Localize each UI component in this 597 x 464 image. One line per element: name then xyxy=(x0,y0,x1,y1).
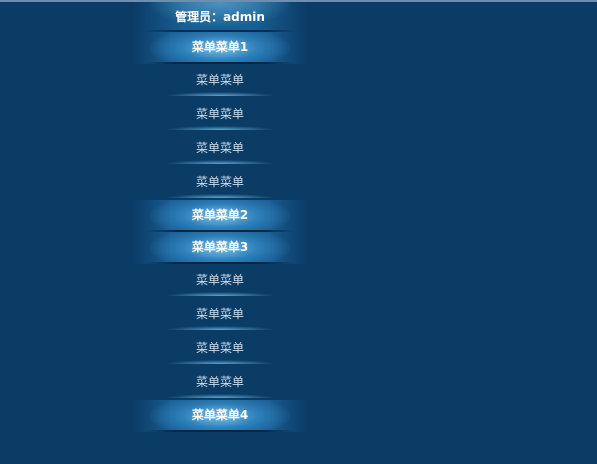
menu-item-label: 菜单菜单 xyxy=(195,273,244,287)
menu-section-label: 菜单菜单1 xyxy=(191,40,249,54)
menu-item-label: 菜单菜单 xyxy=(195,175,244,189)
menu-item[interactable]: 菜单菜单 xyxy=(133,98,307,132)
admin-header: 管理员：admin xyxy=(133,2,307,32)
menu-item-label: 菜单菜单 xyxy=(195,141,244,155)
menu-item[interactable]: 菜单菜单 xyxy=(133,264,307,298)
menu-section-label: 菜单菜单4 xyxy=(191,408,249,422)
page: 管理员：admin 菜单菜单1 菜单菜单 菜单菜单 菜单菜单 菜单菜单 菜单菜单… xyxy=(0,0,597,464)
menu-item-label: 菜单菜单 xyxy=(195,307,244,321)
sidebar-menu: 管理员：admin 菜单菜单1 菜单菜单 菜单菜单 菜单菜单 菜单菜单 菜单菜单… xyxy=(133,2,307,432)
menu-section-label: 菜单菜单3 xyxy=(191,240,249,254)
menu-item-label: 菜单菜单 xyxy=(195,73,244,87)
menu-section-1[interactable]: 菜单菜单1 xyxy=(133,32,307,64)
menu-section-4[interactable]: 菜单菜单4 xyxy=(133,400,307,432)
menu-section-2[interactable]: 菜单菜单2 xyxy=(133,200,307,232)
menu-item-label: 菜单菜单 xyxy=(195,375,244,389)
menu-item[interactable]: 菜单菜单 xyxy=(133,166,307,200)
menu-item[interactable]: 菜单菜单 xyxy=(133,332,307,366)
admin-label: 管理员：admin xyxy=(175,10,265,24)
menu-section-3[interactable]: 菜单菜单3 xyxy=(133,232,307,264)
menu-item[interactable]: 菜单菜单 xyxy=(133,64,307,98)
menu-item[interactable]: 菜单菜单 xyxy=(133,298,307,332)
menu-item-label: 菜单菜单 xyxy=(195,107,244,121)
menu-item[interactable]: 菜单菜单 xyxy=(133,132,307,166)
menu-item[interactable]: 菜单菜单 xyxy=(133,366,307,400)
menu-section-label: 菜单菜单2 xyxy=(191,208,249,222)
menu-item-label: 菜单菜单 xyxy=(195,341,244,355)
